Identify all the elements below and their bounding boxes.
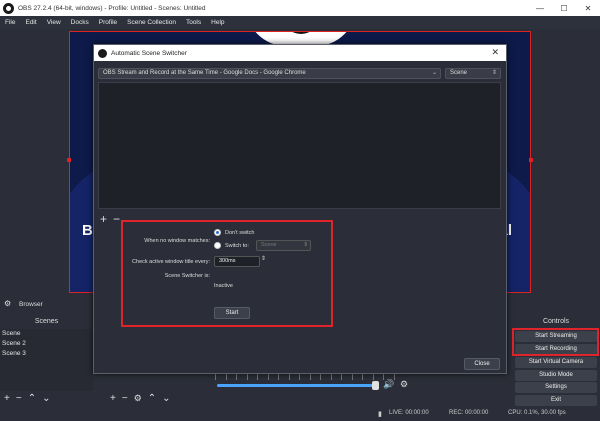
menu-profile[interactable]: Profile bbox=[94, 19, 122, 26]
sources-toolbar: + − ⚙ ⌃ ⌄ bbox=[110, 393, 171, 404]
automatic-scene-switcher-dialog: Automatic Scene Switcher ✕ OBS Stream an… bbox=[93, 44, 507, 374]
window-title-select[interactable]: OBS Stream and Record at the Same Time -… bbox=[98, 68, 441, 79]
menu-edit[interactable]: Edit bbox=[20, 19, 41, 26]
scene-select[interactable]: Scene ⇕ bbox=[445, 68, 501, 79]
chevron-down-icon: ⌄ bbox=[431, 70, 437, 76]
speaker-icon[interactable]: 🔊 bbox=[383, 379, 394, 390]
rec-timer: REC: 00:00:00 bbox=[449, 410, 489, 416]
menu-docks[interactable]: Docks bbox=[66, 19, 94, 26]
preview-text-left: B bbox=[82, 222, 93, 239]
obs-logo-icon bbox=[98, 48, 107, 58]
transform-handle-left[interactable] bbox=[67, 158, 71, 162]
remove-icon[interactable]: − bbox=[122, 393, 128, 404]
scenes-toolbar: + − ⌃ ⌄ bbox=[4, 393, 50, 404]
move-down-icon[interactable]: ⌄ bbox=[162, 393, 170, 404]
controls-highlight-box bbox=[512, 328, 599, 356]
settings-button[interactable]: Settings bbox=[515, 382, 597, 393]
menu-help[interactable]: Help bbox=[206, 19, 229, 26]
browser-dock-header: ⚙ Browser bbox=[4, 299, 43, 311]
gear-icon[interactable]: ⚙ bbox=[4, 299, 11, 308]
gear-icon[interactable]: ⚙ bbox=[400, 379, 408, 390]
menu-bar: File Edit View Docks Profile Scene Colle… bbox=[0, 16, 600, 29]
close-window-button[interactable]: ✕ bbox=[576, 0, 600, 16]
exit-button[interactable]: Exit bbox=[515, 395, 597, 406]
audio-meter bbox=[215, 374, 395, 380]
cpu-fps: CPU: 0.1%, 30.00 fps bbox=[508, 410, 566, 416]
scene-item[interactable]: Scene 3 bbox=[2, 350, 26, 357]
menu-view[interactable]: View bbox=[42, 19, 66, 26]
gear-icon[interactable]: ⚙ bbox=[134, 393, 142, 404]
menu-scene-collection[interactable]: Scene Collection bbox=[122, 19, 181, 26]
maximize-button[interactable]: ☐ bbox=[552, 0, 576, 16]
menu-file[interactable]: File bbox=[0, 19, 20, 26]
live-timer: LIVE: 00:00:00 bbox=[389, 410, 429, 416]
close-button[interactable]: Close bbox=[464, 358, 500, 370]
dialog-title-bar: Automatic Scene Switcher ✕ bbox=[94, 45, 506, 61]
spin-arrows-icon: ⇕ bbox=[491, 70, 497, 76]
dialog-close-icon[interactable]: ✕ bbox=[491, 47, 499, 58]
scenes-list: Scene Scene 2 Scene 3 bbox=[0, 329, 93, 391]
window-scene-list[interactable] bbox=[98, 82, 501, 209]
settings-highlight-box bbox=[121, 220, 333, 327]
scene-item[interactable]: Scene bbox=[2, 330, 20, 337]
browser-label: Browser bbox=[18, 301, 43, 308]
start-virtual-camera-button[interactable]: Start Virtual Camera bbox=[515, 357, 597, 368]
move-up-icon[interactable]: ⌃ bbox=[28, 393, 36, 404]
volume-slider[interactable] bbox=[217, 384, 377, 387]
dialog-title: Automatic Scene Switcher bbox=[111, 49, 187, 57]
window-title-bar: OBS 27.2.4 (64-bit, windows) - Profile: … bbox=[0, 0, 600, 16]
window-title: OBS 27.2.4 (64-bit, windows) - Profile: … bbox=[18, 4, 206, 12]
move-up-icon[interactable]: ⌃ bbox=[148, 393, 156, 404]
move-down-icon[interactable]: ⌄ bbox=[42, 393, 50, 404]
add-icon[interactable]: + bbox=[4, 393, 10, 404]
stream-status-icon: ▮ bbox=[378, 411, 382, 418]
status-bar: ▮ LIVE: 00:00:00 REC: 00:00:00 CPU: 0.1%… bbox=[0, 407, 600, 421]
studio-mode-button[interactable]: Studio Mode bbox=[515, 370, 597, 381]
scene-select-value: Scene bbox=[450, 70, 468, 76]
add-icon[interactable]: + bbox=[110, 393, 116, 404]
menu-tools[interactable]: Tools bbox=[181, 19, 206, 26]
transform-handle-right[interactable] bbox=[529, 158, 533, 162]
obs-logo-icon bbox=[3, 2, 14, 14]
minimize-button[interactable]: — bbox=[528, 0, 552, 16]
scene-item[interactable]: Scene 2 bbox=[2, 340, 26, 347]
window-title-select-value: OBS Stream and Record at the Same Time -… bbox=[103, 70, 306, 76]
volume-slider-handle[interactable] bbox=[372, 381, 379, 390]
remove-icon[interactable]: − bbox=[16, 393, 22, 404]
